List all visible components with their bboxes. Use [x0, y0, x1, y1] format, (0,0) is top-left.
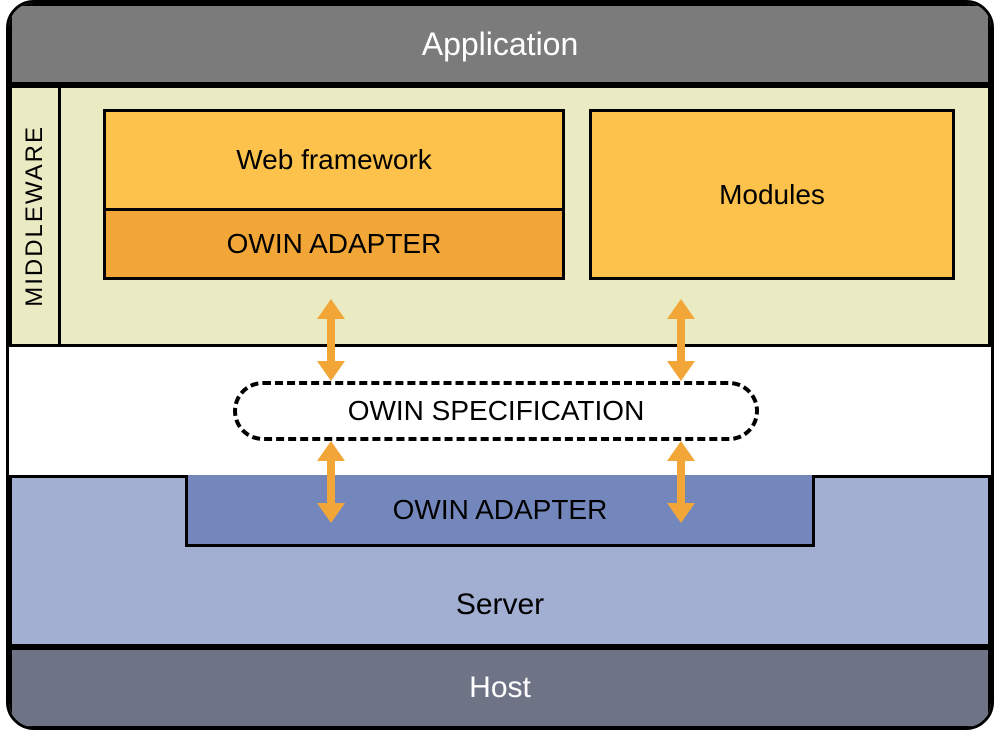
owin-architecture-diagram: Application MIDDLEWARE Web framework OWI…: [0, 0, 1000, 738]
web-framework-block: Web framework: [103, 109, 565, 211]
middleware-side-label: MIDDLEWARE: [21, 125, 49, 307]
modules-block: Modules: [589, 109, 955, 280]
owin-adapter-server-block: OWIN ADAPTER: [185, 475, 815, 547]
arrowhead-up-icon: [317, 441, 345, 461]
arrowhead-down-icon: [317, 361, 345, 381]
arrow-shaft: [677, 319, 685, 361]
arrowhead-up-icon: [667, 441, 695, 461]
arrowhead-down-icon: [317, 503, 345, 523]
owin-adapter-middleware-label: OWIN ADAPTER: [227, 228, 442, 260]
host-label: Host: [469, 671, 531, 705]
arrowhead-up-icon: [667, 299, 695, 319]
server-label: Server: [456, 588, 544, 622]
web-framework-label: Web framework: [236, 144, 432, 176]
application-layer: Application: [9, 3, 991, 85]
arrow-shaft: [677, 461, 685, 503]
arrowhead-down-icon: [667, 503, 695, 523]
diagram-outer-frame: Application MIDDLEWARE Web framework OWI…: [6, 0, 994, 730]
arrow-shaft: [327, 461, 335, 503]
owin-adapter-middleware-block: OWIN ADAPTER: [103, 208, 565, 280]
owin-specification-label: OWIN SPECIFICATION: [348, 395, 645, 427]
owin-adapter-server-label: OWIN ADAPTER: [393, 494, 608, 526]
host-layer: Host: [9, 647, 991, 729]
arrowhead-up-icon: [317, 299, 345, 319]
arrowhead-down-icon: [667, 361, 695, 381]
middleware-side-label-container: MIDDLEWARE: [9, 85, 61, 347]
application-label: Application: [422, 26, 579, 63]
owin-specification-block: OWIN SPECIFICATION: [233, 381, 759, 441]
modules-label: Modules: [719, 179, 825, 211]
arrow-shaft: [327, 319, 335, 361]
